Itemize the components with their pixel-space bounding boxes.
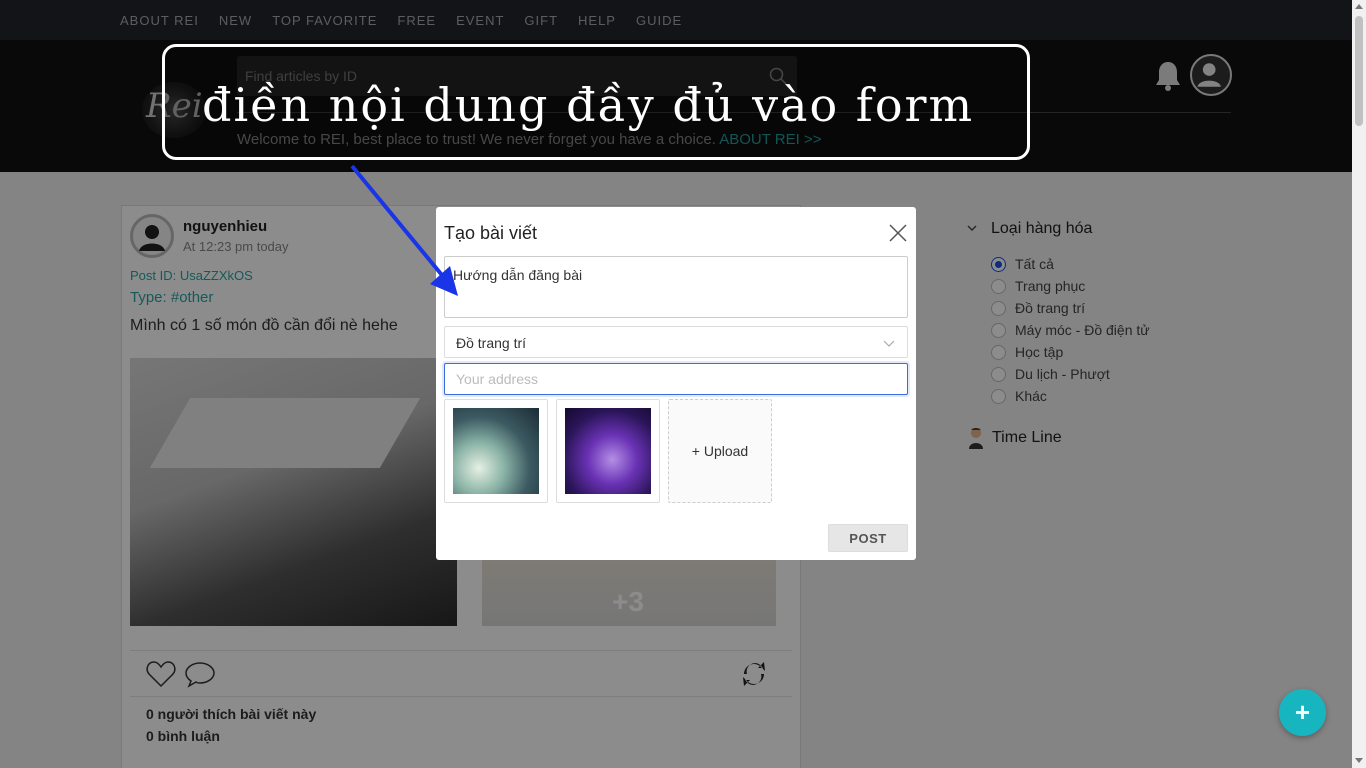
- category-select-value: Đồ trang trí: [456, 335, 527, 351]
- create-post-modal: Tạo bài viết Đồ trang trí + Upload POST: [436, 207, 916, 560]
- category-select[interactable]: Đồ trang trí: [444, 326, 908, 358]
- uploaded-image-1[interactable]: [444, 399, 548, 503]
- close-icon[interactable]: [888, 223, 908, 243]
- image-preview: [453, 408, 539, 494]
- chevron-down-icon: [883, 340, 895, 347]
- address-input[interactable]: [444, 363, 908, 395]
- uploaded-image-2[interactable]: [556, 399, 660, 503]
- image-preview: [565, 408, 651, 494]
- annotation-text: điền nội dung đầy đủ vào form: [202, 78, 975, 132]
- scroll-thumb[interactable]: [1355, 16, 1363, 126]
- post-button[interactable]: POST: [828, 524, 908, 552]
- post-description-input[interactable]: [444, 256, 908, 318]
- upload-button[interactable]: + Upload: [668, 399, 772, 503]
- page-scrollbar[interactable]: [1352, 0, 1366, 768]
- modal-title: Tạo bài viết: [444, 223, 538, 243]
- create-post-fab[interactable]: +: [1279, 689, 1326, 736]
- scroll-up-icon[interactable]: [1355, 4, 1363, 9]
- scroll-down-icon[interactable]: [1355, 758, 1363, 763]
